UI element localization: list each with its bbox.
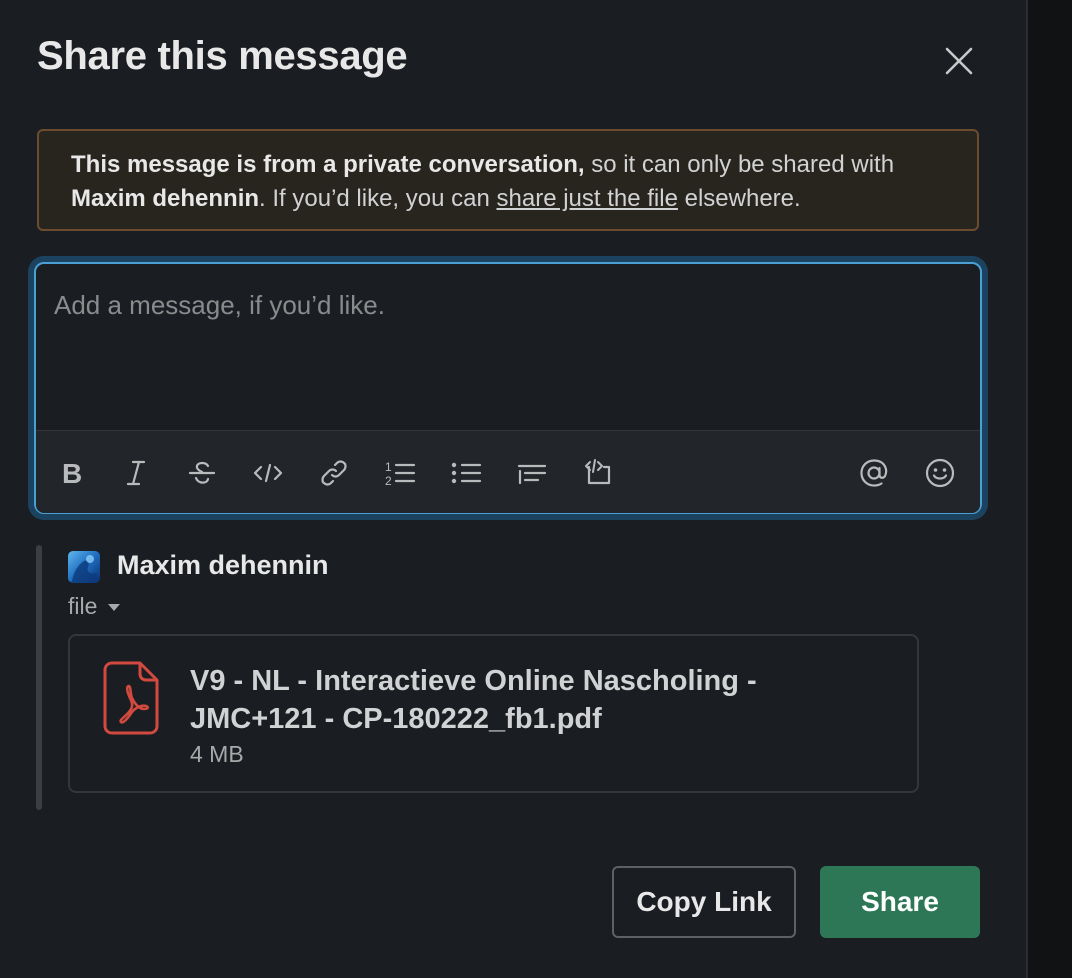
notice-bold-intro: This message is from a private conversat… bbox=[71, 151, 585, 178]
code-block-icon bbox=[585, 459, 611, 485]
bold-button[interactable]: B bbox=[54, 455, 90, 491]
italic-icon bbox=[126, 460, 146, 486]
bold-icon: B bbox=[62, 459, 82, 487]
italic-button[interactable] bbox=[118, 455, 154, 491]
message-composer: B bbox=[34, 262, 982, 514]
file-attachment-card[interactable]: V9 - NL - Interactieve Online Nascholing… bbox=[68, 634, 919, 793]
link-button[interactable] bbox=[316, 455, 352, 491]
avatar bbox=[68, 551, 100, 583]
code-icon bbox=[253, 463, 283, 483]
emoji-button[interactable] bbox=[922, 455, 958, 491]
blockquote-icon bbox=[517, 464, 547, 485]
file-label-text: file bbox=[68, 593, 98, 619]
link-icon bbox=[321, 460, 347, 486]
share-button[interactable]: Share bbox=[820, 866, 980, 938]
close-icon bbox=[945, 47, 973, 75]
notice-text-1: so it can only be shared with bbox=[584, 151, 895, 178]
strikethrough-button[interactable] bbox=[184, 455, 220, 491]
file-size: 4 MB bbox=[190, 741, 244, 767]
sender-name: Maxim dehennin bbox=[117, 550, 329, 580]
ordered-list-button[interactable]: 1 2 bbox=[382, 455, 418, 491]
caret-down-icon bbox=[108, 603, 121, 611]
mention-icon bbox=[860, 459, 888, 487]
notice-recipient: Maxim dehennin bbox=[71, 185, 260, 212]
bulleted-list-button[interactable] bbox=[448, 455, 484, 491]
svg-text:1: 1 bbox=[385, 460, 392, 474]
emoji-icon bbox=[925, 458, 955, 488]
svg-text:2: 2 bbox=[385, 474, 392, 487]
mention-button[interactable] bbox=[856, 455, 892, 491]
notice-text-3: elsewhere. bbox=[677, 185, 801, 212]
notice-text-2: . If you’d like, you can bbox=[259, 185, 497, 212]
modal-title: Share this message bbox=[37, 34, 408, 78]
copy-link-button[interactable]: Copy Link bbox=[612, 866, 796, 938]
file-label-toggle[interactable]: file bbox=[68, 593, 121, 620]
pdf-icon bbox=[102, 660, 160, 741]
svg-text:B: B bbox=[62, 459, 82, 487]
strikethrough-icon bbox=[188, 461, 216, 484]
bulleted-list-icon bbox=[451, 462, 482, 484]
code-block-button[interactable] bbox=[580, 455, 616, 491]
file-name[interactable]: V9 - NL - Interactieve Online Nascholing… bbox=[190, 662, 830, 738]
message-input[interactable] bbox=[36, 264, 980, 430]
share-message-modal: Share this message This message is from … bbox=[0, 0, 1028, 978]
close-button[interactable] bbox=[936, 38, 982, 84]
code-button[interactable] bbox=[250, 455, 286, 491]
share-just-file-link[interactable]: share just the file bbox=[497, 185, 678, 212]
blockquote-button[interactable] bbox=[514, 455, 550, 491]
formatting-toolbar: B 1 2 bbox=[36, 430, 980, 513]
private-conversation-notice: This message is from a private conversat… bbox=[37, 129, 979, 231]
ordered-list-icon: 1 2 bbox=[385, 460, 416, 487]
shared-message-quote-bar bbox=[36, 545, 42, 810]
